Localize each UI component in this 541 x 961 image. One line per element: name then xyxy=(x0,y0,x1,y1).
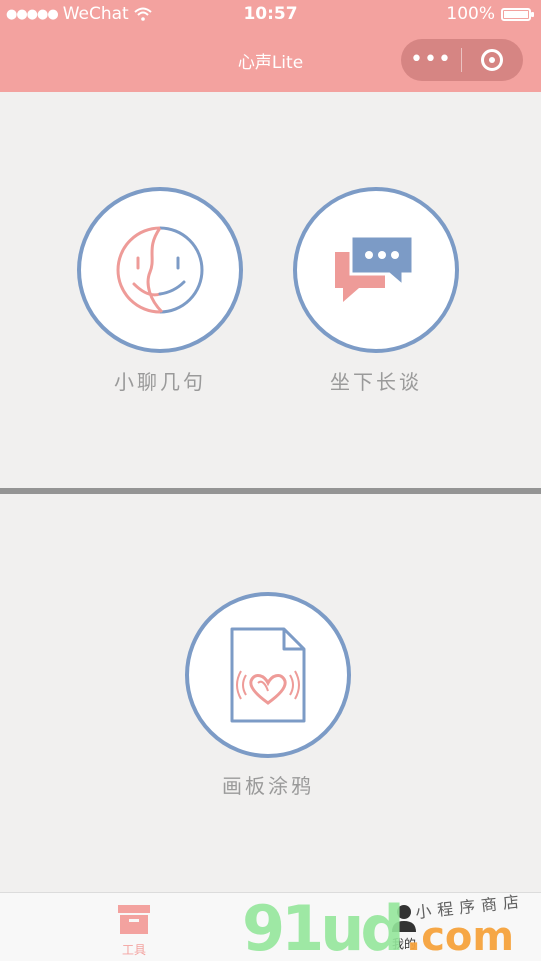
site-watermark: 91ud .com 小程序商店 xyxy=(242,892,526,960)
tab-tools[interactable]: 工具 xyxy=(74,893,194,958)
status-bar: ●●●●● WeChat 10:57 100% xyxy=(0,0,541,30)
long-talk-button[interactable] xyxy=(293,187,459,353)
chat-bubbles-icon xyxy=(335,234,415,302)
short-chat-button[interactable] xyxy=(77,187,243,353)
doodle-file-icon xyxy=(230,627,306,723)
target-icon xyxy=(481,49,503,71)
more-button[interactable]: ••• xyxy=(401,39,461,81)
toolbox-icon xyxy=(118,905,150,934)
battery-percent: 100% xyxy=(446,4,495,24)
section-divider xyxy=(0,488,541,494)
doodle-label: 画板涂鸦 xyxy=(222,774,314,798)
close-button[interactable] xyxy=(462,49,522,71)
watermark-brand: 91ud xyxy=(242,892,401,960)
nav-bar: 心声Lite ••• xyxy=(0,30,541,92)
long-talk-label: 坐下长谈 xyxy=(330,370,422,394)
battery-icon xyxy=(501,7,534,21)
tab-tools-label: 工具 xyxy=(121,943,146,957)
capsule-menu: ••• xyxy=(401,39,523,81)
short-chat-label: 小聊几句 xyxy=(114,370,206,394)
battery-fill xyxy=(504,10,528,18)
doodle-button[interactable] xyxy=(185,592,351,758)
battery-status: 100% xyxy=(446,4,534,24)
face-icon xyxy=(116,226,204,314)
